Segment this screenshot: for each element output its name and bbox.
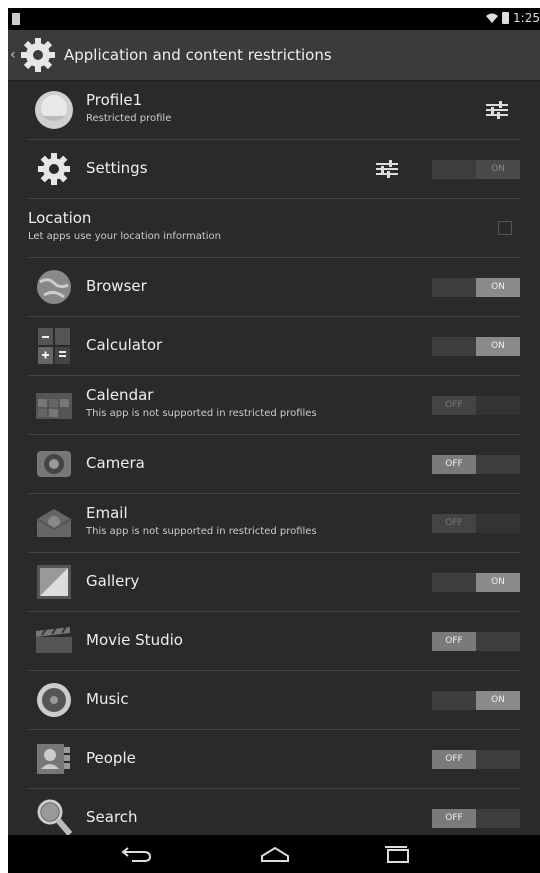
screen: 1:25 ‹ Application and content restricti… (8, 8, 540, 873)
app-row-browser[interactable]: Browser ON (28, 258, 520, 317)
app-toggle[interactable]: ON (432, 691, 520, 710)
app-toggle[interactable]: OFF (432, 809, 520, 828)
settings-icon (38, 153, 70, 185)
email-icon (36, 509, 72, 537)
app-row-people[interactable]: People OFF (28, 730, 520, 789)
app-toggle[interactable]: ON (432, 573, 520, 592)
notification-icon (12, 13, 20, 25)
app-subtitle: This app is not supported in restricted … (86, 408, 317, 419)
app-toggle: OFF (432, 514, 520, 533)
app-subtitle: This app is not supported in restricted … (86, 526, 317, 537)
app-name: Browser (86, 277, 147, 295)
up-caret-icon[interactable]: ‹ (10, 47, 18, 63)
location-checkbox[interactable] (498, 221, 512, 235)
app-name: Camera (86, 454, 145, 472)
settings-toggle[interactable]: ON (432, 160, 520, 179)
app-row-camera[interactable]: Camera OFF (28, 435, 520, 494)
settings-toggle-label: ON (476, 160, 520, 179)
battery-icon (502, 12, 510, 24)
app-row-email[interactable]: Email This app is not supported in restri… (28, 494, 520, 553)
app-toggle-label: OFF (432, 809, 476, 828)
app-toggle-label: OFF (432, 632, 476, 651)
app-name: Gallery (86, 572, 140, 590)
browser-icon (37, 270, 71, 304)
app-toggle-label: OFF (432, 455, 476, 474)
app-toggle[interactable]: OFF (432, 750, 520, 769)
location-row[interactable]: Location Let apps use your location info… (28, 199, 520, 258)
app-toggle[interactable]: OFF (432, 455, 520, 474)
settings-gear-icon[interactable] (18, 35, 58, 75)
recents-icon[interactable] (380, 844, 414, 864)
app-name: Music (86, 690, 129, 708)
app-name: Calculator (86, 336, 163, 354)
settings-label: Settings (86, 159, 148, 177)
profile-avatar-icon (35, 91, 73, 129)
app-row-music[interactable]: Music ON (28, 671, 520, 730)
app-name: Movie Studio (86, 631, 183, 649)
calendar-icon (36, 393, 72, 419)
app-row-gallery[interactable]: Gallery ON (28, 553, 520, 612)
app-toggle-label: OFF (432, 514, 476, 533)
settings-adjust-icon[interactable] (376, 160, 398, 178)
location-title: Location (28, 209, 92, 227)
movie-studio-icon (36, 626, 72, 653)
status-bar: 1:25 (8, 8, 540, 30)
camera-icon (37, 451, 71, 477)
clock: 1:25 (513, 11, 540, 25)
app-name: Calendar (86, 386, 154, 404)
app-toggle-label: ON (476, 691, 520, 710)
app-toggle[interactable]: OFF (432, 632, 520, 651)
people-icon (37, 744, 70, 774)
action-bar[interactable]: ‹ Application and content restrictions (8, 30, 540, 81)
app-row-calculator[interactable]: Calculator ON (28, 317, 520, 376)
restrictions-list: Profile1 Restricted profile Settings ON … (28, 81, 520, 848)
app-toggle-label: ON (476, 573, 520, 592)
gallery-icon (37, 565, 71, 599)
back-icon[interactable] (120, 844, 154, 864)
profile-subtitle: Restricted profile (86, 113, 172, 124)
settings-row[interactable]: Settings ON (28, 140, 520, 199)
app-toggle: OFF (432, 396, 520, 415)
profile-name: Profile1 (86, 91, 143, 109)
home-icon[interactable] (258, 844, 292, 864)
wifi-icon (486, 13, 499, 23)
app-name: Search (86, 808, 138, 826)
page-title: Application and content restrictions (64, 46, 332, 64)
app-toggle-label: ON (476, 337, 520, 356)
app-toggle[interactable]: ON (432, 337, 520, 356)
search-icon (37, 799, 73, 836)
app-row-calendar[interactable]: Calendar This app is not supported in res… (28, 376, 520, 435)
app-name: People (86, 749, 136, 767)
music-icon (37, 683, 71, 717)
location-subtitle: Let apps use your location information (28, 231, 221, 242)
app-toggle-label: ON (476, 278, 520, 297)
profile-row[interactable]: Profile1 Restricted profile (28, 81, 520, 140)
calculator-icon (38, 328, 70, 364)
app-toggle-label: OFF (432, 396, 476, 415)
profile-adjust-icon[interactable] (486, 101, 508, 119)
app-toggle[interactable]: ON (432, 278, 520, 297)
app-toggle-label: OFF (432, 750, 476, 769)
navigation-bar (8, 835, 540, 873)
app-name: Email (86, 504, 128, 522)
app-row-movie-studio[interactable]: Movie Studio OFF (28, 612, 520, 671)
